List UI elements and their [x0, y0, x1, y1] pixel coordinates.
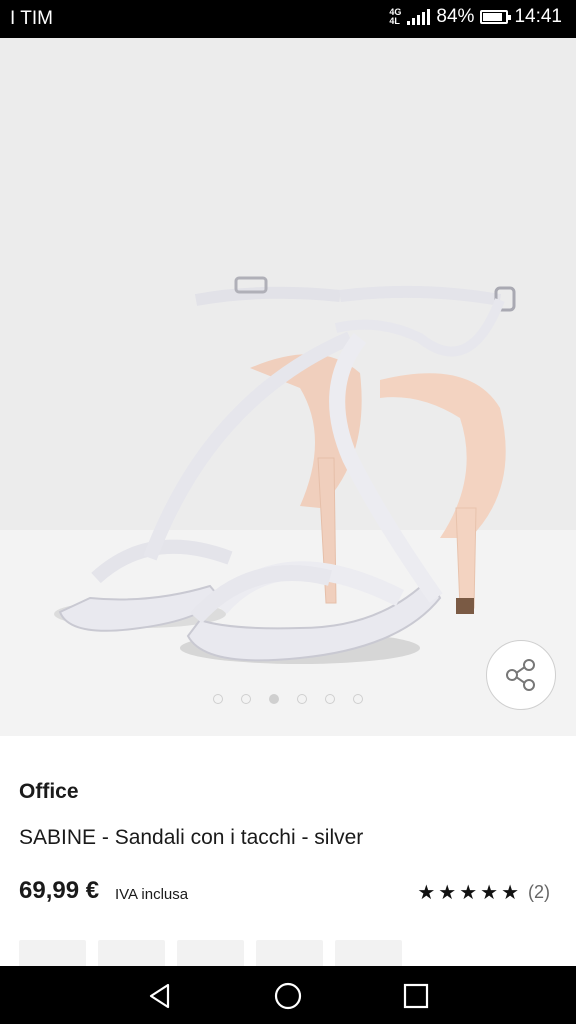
- pagination-dot[interactable]: [353, 694, 363, 704]
- home-button[interactable]: [272, 980, 304, 1012]
- back-triangle-icon: [149, 983, 170, 1009]
- carrier-name: I TIM: [10, 8, 53, 29]
- product-image-gallery[interactable]: [0, 38, 576, 736]
- pagination-dot[interactable]: [269, 694, 279, 704]
- recents-button[interactable]: [400, 980, 432, 1012]
- product-price: 69,99 €: [19, 877, 100, 904]
- status-icons: 4G 4L 84% 14:41: [389, 6, 562, 28]
- system-nav-bar: [0, 966, 576, 1024]
- recents-square-icon: [403, 983, 429, 1009]
- home-circle-icon: [274, 982, 302, 1010]
- status-bar: I TIM 4G 4L 84% 14:41: [0, 0, 576, 38]
- product-title: SABINE - Sandali con i tacchi - silver: [19, 826, 364, 849]
- vat-note: IVA inclusa: [115, 886, 189, 903]
- battery-percent: 84%: [436, 6, 475, 27]
- pagination-dot[interactable]: [325, 694, 335, 704]
- pagination-dot[interactable]: [213, 694, 223, 704]
- share-icon: [506, 659, 535, 691]
- pagination-dot[interactable]: [241, 694, 251, 704]
- signal-strength-icon: [407, 9, 431, 25]
- product-info: Office SABINE - Sandali con i tacchi - s…: [0, 736, 576, 980]
- brand-name[interactable]: Office: [19, 780, 79, 804]
- product-rating[interactable]: ★★★★★ (2): [417, 880, 550, 905]
- rating-count: (2): [528, 882, 550, 902]
- rating-stars: ★★★★★: [417, 882, 522, 904]
- share-button[interactable]: [486, 640, 556, 710]
- gallery-pagination: [0, 694, 576, 704]
- back-button[interactable]: [144, 980, 176, 1012]
- clock: 14:41: [514, 6, 562, 27]
- network-type-icon: 4G 4L: [389, 7, 402, 26]
- product-photo: [54, 276, 516, 664]
- battery-icon: [480, 10, 512, 24]
- pagination-dot[interactable]: [297, 694, 307, 704]
